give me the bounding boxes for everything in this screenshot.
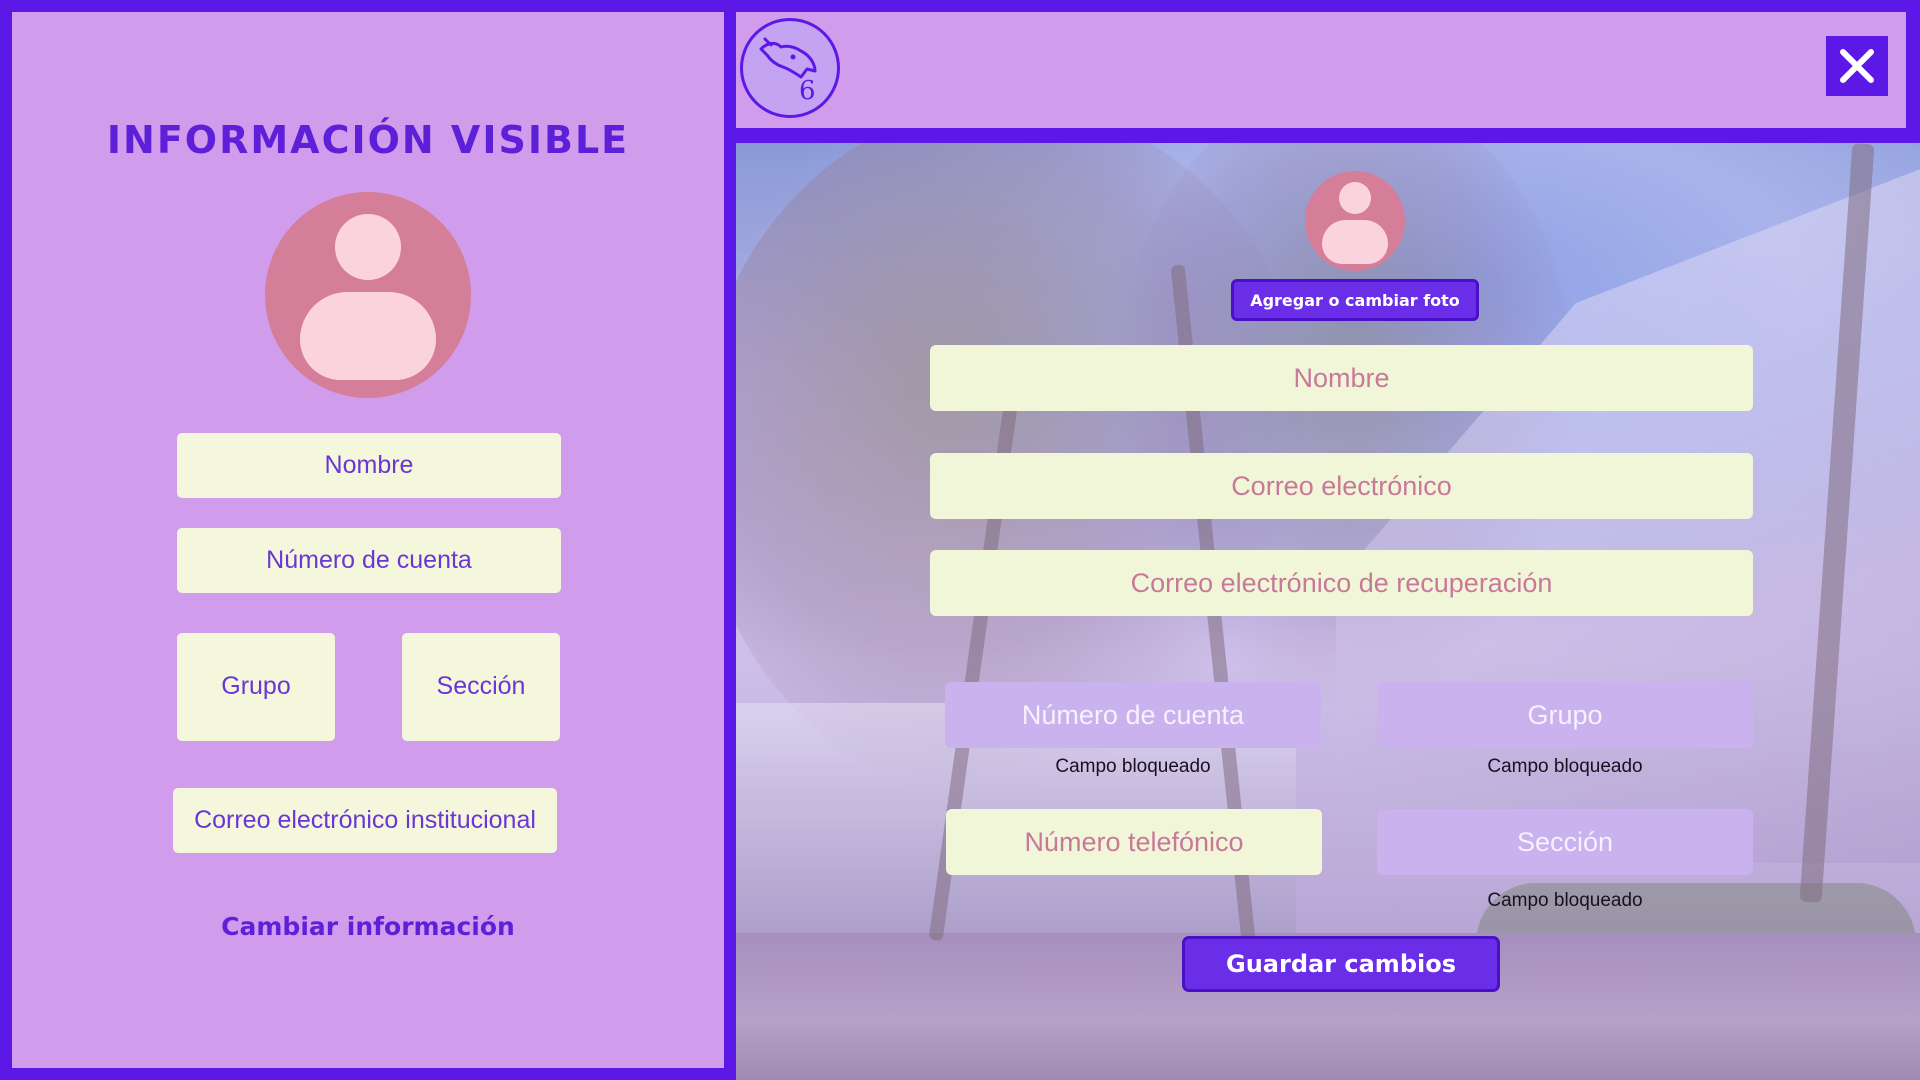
change-info-link[interactable]: Cambiar información: [12, 912, 724, 941]
wolf-logo-icon: 6: [740, 18, 840, 118]
visible-group-field: Grupo: [177, 633, 335, 741]
avatar-body: [300, 292, 436, 380]
recovery-email-input[interactable]: Correo electrónico de recuperación: [930, 550, 1753, 616]
close-button[interactable]: [1826, 36, 1888, 96]
close-icon: [1840, 49, 1874, 83]
visible-institutional-email-field: Correo electrónico institucional: [173, 788, 557, 853]
visible-account-number-field: Número de cuenta: [177, 528, 561, 593]
group-locked-field: Grupo: [1377, 682, 1753, 748]
account-number-locked-note: Campo bloqueado: [1055, 756, 1211, 777]
visible-info-panel: INFORMACIÓN VISIBLE Nombre Número de cue…: [12, 12, 724, 1068]
add-change-photo-button[interactable]: Agregar o cambiar foto: [1231, 279, 1479, 321]
header-bar: 6: [736, 12, 1906, 128]
section-locked-field: Sección: [1377, 809, 1753, 875]
phone-input[interactable]: Número telefónico: [946, 809, 1322, 875]
panel-title: INFORMACIÓN VISIBLE: [106, 118, 630, 162]
svg-text:6: 6: [799, 76, 816, 106]
avatar-head: [335, 214, 401, 280]
user-avatar-icon: [265, 192, 471, 398]
email-input[interactable]: Correo electrónico: [930, 453, 1753, 519]
group-locked-note: Campo bloqueado: [1487, 756, 1643, 777]
visible-name-field: Nombre: [177, 433, 561, 498]
section-locked-note: Campo bloqueado: [1487, 890, 1643, 911]
visible-section-field: Sección: [402, 633, 560, 741]
account-number-locked-field: Número de cuenta: [945, 682, 1321, 748]
save-changes-button[interactable]: Guardar cambios: [1182, 936, 1500, 992]
name-input[interactable]: Nombre: [930, 345, 1753, 411]
profile-photo-avatar[interactable]: [1305, 171, 1405, 271]
